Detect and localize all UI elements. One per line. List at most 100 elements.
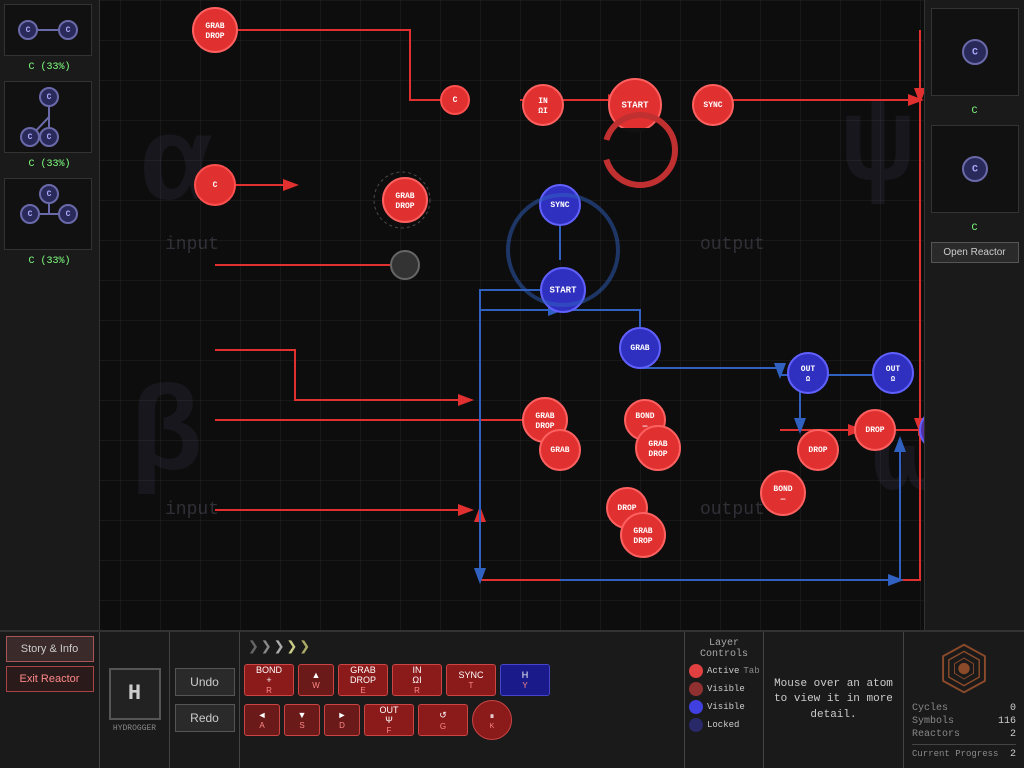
svg-text:START: START	[621, 100, 649, 110]
blue-layer-item: Visible	[689, 700, 759, 714]
svg-text:SYNC: SYNC	[703, 101, 722, 110]
mol1-label: C (33%)	[4, 62, 95, 73]
mol3-box: C C C	[4, 178, 92, 250]
visible-dot	[689, 682, 703, 696]
svg-text:BOND: BOND	[773, 485, 792, 494]
symbols-row: Symbols 116	[912, 716, 1016, 727]
active-dot	[689, 664, 703, 678]
svg-text:C: C	[213, 181, 218, 190]
move-right-button[interactable]: ► D	[324, 704, 360, 736]
tab-label: Tab	[743, 666, 759, 676]
svg-text:C: C	[47, 93, 52, 102]
reactors-value: 2	[1010, 729, 1016, 740]
exit-reactor-button[interactable]: Exit Reactor	[6, 666, 94, 692]
svg-text:C: C	[971, 165, 977, 176]
circuit-svg: GRAB DROP C IN ΩI START SYNC C GRAB DROP…	[100, 0, 924, 630]
stats-divider	[912, 744, 1016, 745]
cycles-label: Cycles	[912, 703, 948, 714]
svg-text:IN: IN	[538, 97, 548, 106]
svg-text:DROP: DROP	[633, 537, 652, 546]
output-mol1-box: C	[931, 8, 1019, 96]
svg-text:DROP: DROP	[648, 450, 667, 459]
active-layer-item: Active Tab	[689, 664, 759, 678]
stats-panel: Cycles 0 Symbols 116 Reactors 2 Current …	[904, 632, 1024, 768]
reactors-label: Reactors	[912, 729, 960, 740]
svg-text:DROP: DROP	[205, 32, 224, 41]
cycles-row: Cycles 0	[912, 703, 1016, 714]
svg-text:DROP: DROP	[808, 446, 827, 455]
blue-dot	[689, 700, 703, 714]
svg-text:DROP: DROP	[617, 504, 636, 513]
active-label: Active	[707, 666, 739, 676]
btn-row-top: BOND+ R ▲ W GRABDROP E INΩI R SYNC T H Y	[244, 664, 680, 696]
out-psi-button[interactable]: OUTΨ F	[364, 704, 414, 736]
output-mol2-label: C	[971, 223, 977, 234]
sync-button-toolbar[interactable]: SYNC T	[446, 664, 496, 696]
svg-text:DROP: DROP	[535, 422, 554, 431]
visible-layer-item: Visible	[689, 682, 759, 696]
svg-text:—: —	[780, 495, 786, 504]
story-panel: Story & Info Exit Reactor	[0, 632, 100, 768]
left-panel: C C C (33%) C C C C (33%)	[0, 0, 100, 630]
mol2-label: C (33%)	[4, 159, 95, 170]
top-molecule-box: C C	[4, 4, 92, 56]
svg-text:C: C	[28, 210, 33, 219]
svg-text:GRAB: GRAB	[205, 22, 224, 31]
svg-text:GRAB: GRAB	[630, 344, 649, 353]
move-up-button[interactable]: ▲ W	[298, 664, 334, 696]
svg-text:GRAB: GRAB	[535, 412, 554, 421]
grab-drop-button[interactable]: GRABDROP E	[338, 664, 388, 696]
blue-layer-label: Visible	[707, 702, 745, 712]
svg-text:SYNC: SYNC	[550, 201, 569, 210]
svg-text:C: C	[453, 96, 458, 105]
progress-row: Current Progress 2	[912, 749, 1016, 760]
undo-redo-panel: Undo Redo	[170, 632, 240, 768]
rotate-button[interactable]: ↺ G	[418, 704, 468, 736]
redo-button[interactable]: Redo	[175, 704, 235, 732]
svg-text:GRAB: GRAB	[648, 440, 667, 449]
svg-text:OUT: OUT	[886, 365, 901, 374]
visible-label: Visible	[707, 684, 745, 694]
move-down-button[interactable]: ▼ S	[284, 704, 320, 736]
special-h-button[interactable]: H Y	[500, 664, 550, 696]
symbols-label: Symbols	[912, 716, 954, 727]
svg-text:OUT: OUT	[801, 365, 816, 374]
hydrogger-icon: H	[109, 668, 161, 720]
svg-text:ΩI: ΩI	[538, 107, 548, 116]
progress-value: 2	[1010, 749, 1016, 760]
layer-controls-title: Layer Controls	[689, 638, 759, 660]
symbols-value: 116	[998, 716, 1016, 727]
mol3-label: C (33%)	[4, 256, 95, 267]
move-left-button[interactable]: ◄ A	[244, 704, 280, 736]
story-info-button[interactable]: Story & Info	[6, 636, 94, 662]
open-reactor-button[interactable]: Open Reactor	[931, 242, 1019, 263]
output-mol2-box: C	[931, 125, 1019, 213]
reactors-row: Reactors 2	[912, 729, 1016, 740]
progress-label: Current Progress	[912, 749, 998, 760]
svg-text:GRAB: GRAB	[633, 527, 652, 536]
svg-text:C: C	[971, 48, 977, 59]
locked-dot	[689, 718, 703, 732]
layer-controls-panel: Layer Controls Active Tab Visible Visibl…	[684, 632, 764, 768]
right-panel: C C C C Open Reactor	[924, 0, 1024, 630]
svg-text:C: C	[66, 26, 71, 35]
btn-row-bottom: ◄ A ▼ S ► D OUTΨ F ↺ G ⏸ K	[244, 700, 680, 740]
info-message: Mouse over an atom to view it in more de…	[772, 677, 895, 723]
svg-text:C: C	[26, 26, 31, 35]
action-buttons-panel: ❯ ❯ ❯ ❯ ❯ BOND+ R ▲ W GRABDROP E INΩI R	[240, 632, 684, 768]
output-mol1-label: C	[971, 106, 977, 117]
svg-text:C: C	[47, 133, 52, 142]
cycles-value: 0	[1010, 703, 1016, 714]
svg-text:C: C	[66, 210, 71, 219]
hydrogger-label: HYDROGGER	[113, 724, 156, 733]
bond-plus-button[interactable]: BOND+ R	[244, 664, 294, 696]
svg-text:START: START	[549, 285, 577, 295]
svg-text:GRAB: GRAB	[550, 446, 569, 455]
in-omega-button[interactable]: INΩI R	[392, 664, 442, 696]
svg-text:BOND: BOND	[635, 412, 654, 421]
pause-button[interactable]: ⏸ K	[472, 700, 512, 740]
undo-button[interactable]: Undo	[175, 668, 235, 696]
locked-label: Locked	[707, 720, 739, 730]
hydrogger-panel: H HYDROGGER	[100, 632, 170, 768]
node-small-dark	[391, 251, 419, 279]
